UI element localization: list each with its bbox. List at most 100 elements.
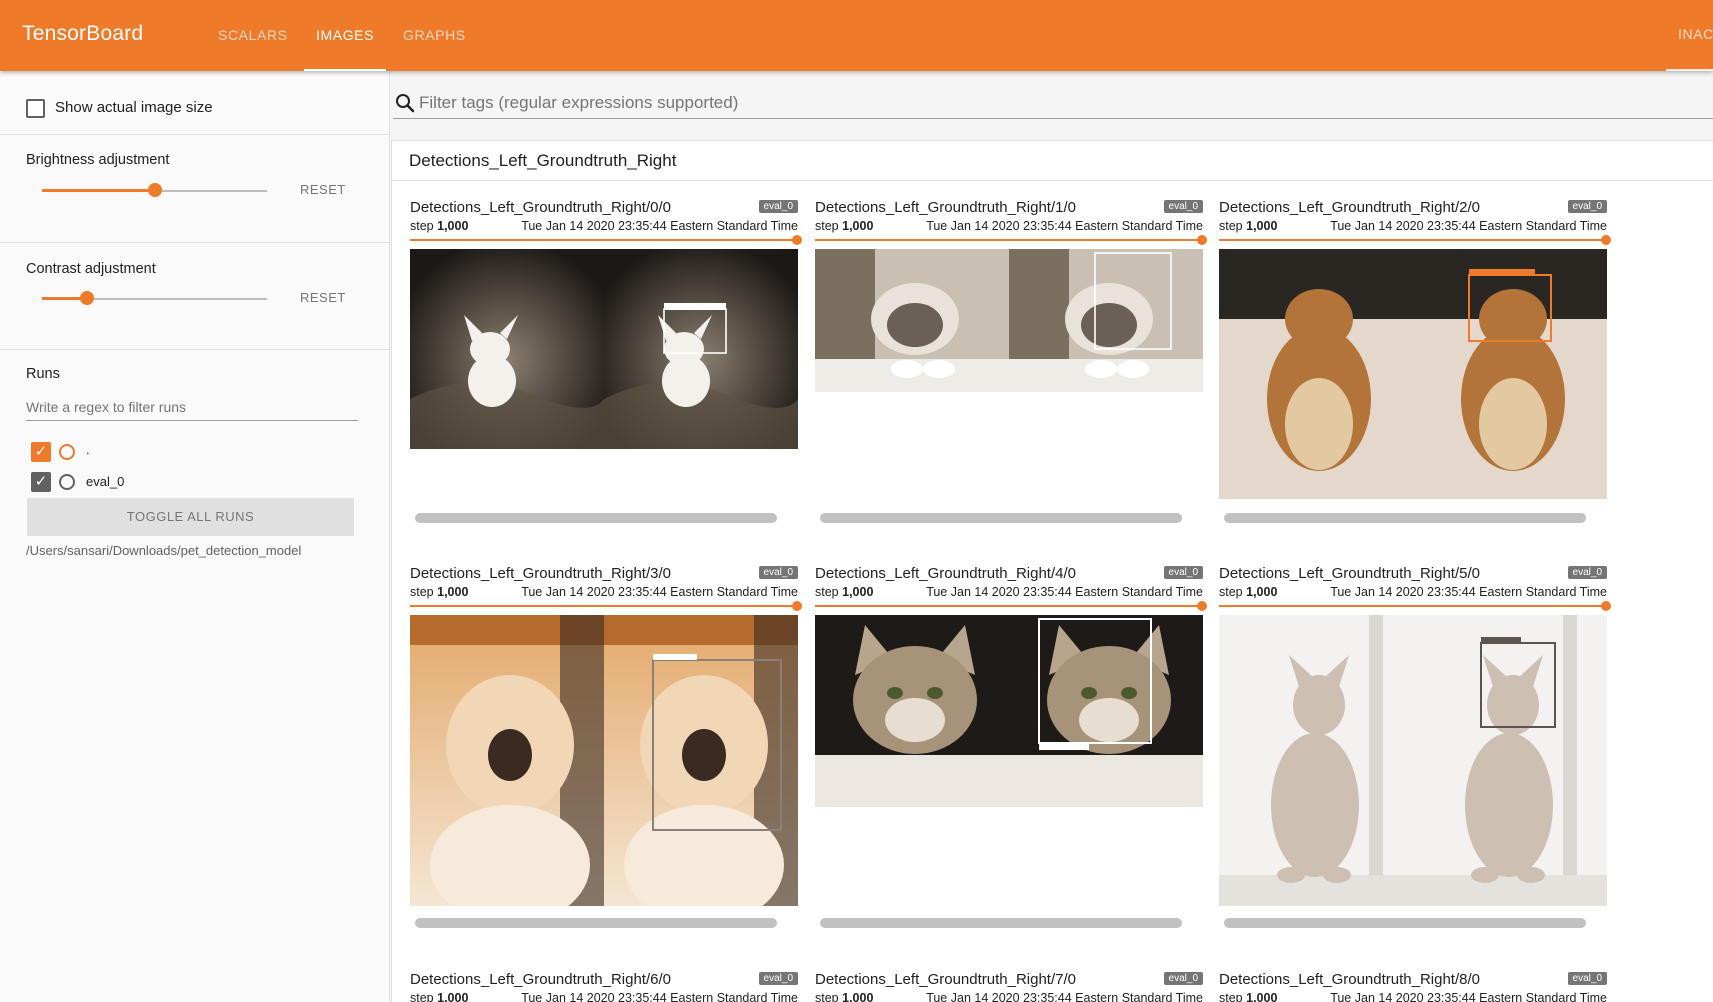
wall-time: Tue Jan 14 2020 23:35:44 Eastern Standar… xyxy=(521,585,798,599)
wall-time: Tue Jan 14 2020 23:35:44 Eastern Standar… xyxy=(1330,585,1607,599)
step-label: step xyxy=(410,219,434,233)
image-card: Detections_Left_Groundtruth_Right/8/0 ev… xyxy=(1219,971,1607,1002)
toggle-all-runs-button[interactable]: TOGGLE ALL RUNS xyxy=(27,498,354,536)
run-badge: eval_0 xyxy=(1567,200,1607,213)
step-row: step 1,000 Tue Jan 14 2020 23:35:44 Easte… xyxy=(1219,219,1607,233)
run-label-dot: . xyxy=(86,442,90,457)
step-value: 1,000 xyxy=(842,219,874,233)
brightness-slider-thumb[interactable] xyxy=(148,183,162,197)
run-color-dot[interactable] xyxy=(59,444,75,460)
step-value: 1,000 xyxy=(437,219,469,233)
step-slider[interactable] xyxy=(1219,235,1611,245)
run-badge: eval_0 xyxy=(758,972,798,985)
run-color-eval0[interactable] xyxy=(59,474,75,490)
step-label: step xyxy=(410,991,434,1002)
horizontal-scrollbar[interactable] xyxy=(415,918,777,928)
run-checkbox-eval0[interactable]: ✓ xyxy=(31,472,51,492)
step-slider-thumb[interactable] xyxy=(792,235,802,245)
image-tabby[interactable] xyxy=(815,615,1203,807)
wall-time: Tue Jan 14 2020 23:35:44 Eastern Standar… xyxy=(926,991,1203,1002)
step-row: step 1,000 Tue Jan 14 2020 23:35:44 Easte… xyxy=(410,991,798,1002)
app-title: TensorBoard xyxy=(22,22,144,45)
tab-graphs[interactable]: GRAPHS xyxy=(391,0,478,71)
card-title: Detections_Left_Groundtruth_Right/1/0 xyxy=(815,199,1076,216)
image-yorkie[interactable] xyxy=(1219,249,1607,499)
step-value: 1,000 xyxy=(1246,219,1278,233)
wall-time: Tue Jan 14 2020 23:35:44 Eastern Standar… xyxy=(521,219,798,233)
show-actual-size-label: Show actual image size xyxy=(55,99,213,116)
tag-pane: Detections_Left_Groundtruth_Right Detect… xyxy=(391,140,1713,1002)
horizontal-scrollbar[interactable] xyxy=(1224,918,1586,928)
image-chihuahua[interactable] xyxy=(410,249,798,449)
horizontal-scrollbar[interactable] xyxy=(415,513,777,523)
step-label: step xyxy=(815,219,839,233)
image-ragdoll[interactable] xyxy=(815,249,1203,392)
tab-scalars[interactable]: SCALARS xyxy=(206,0,300,71)
step-label: step xyxy=(815,585,839,599)
step-slider[interactable] xyxy=(1219,601,1611,611)
wall-time: Tue Jan 14 2020 23:35:44 Eastern Standar… xyxy=(1330,219,1607,233)
pane-header[interactable]: Detections_Left_Groundtruth_Right xyxy=(392,141,1713,181)
pane-title: Detections_Left_Groundtruth_Right xyxy=(409,151,677,170)
step-value: 1,000 xyxy=(437,585,469,599)
brightness-slider-fill xyxy=(42,189,155,192)
step-row: step 1,000 Tue Jan 14 2020 23:35:44 Easte… xyxy=(815,991,1203,1002)
run-badge: eval_0 xyxy=(1567,566,1607,579)
card-title: Detections_Left_Groundtruth_Right/2/0 xyxy=(1219,199,1480,216)
step-slider[interactable] xyxy=(410,601,802,611)
wall-time: Tue Jan 14 2020 23:35:44 Eastern Standar… xyxy=(1330,991,1607,1002)
step-value: 1,000 xyxy=(437,991,469,1002)
show-actual-size-checkbox[interactable] xyxy=(26,99,45,118)
runs-regex-input[interactable] xyxy=(26,393,358,421)
image-canvas xyxy=(815,615,1203,807)
image-ragdoll-orange[interactable] xyxy=(410,615,798,906)
tab-images[interactable]: IMAGES xyxy=(304,0,387,71)
step-slider-thumb[interactable] xyxy=(1197,601,1207,611)
card-title: Detections_Left_Groundtruth_Right/8/0 xyxy=(1219,971,1480,988)
step-value: 1,000 xyxy=(1246,585,1278,599)
wall-time: Tue Jan 14 2020 23:35:44 Eastern Standar… xyxy=(926,585,1203,599)
step-slider-thumb[interactable] xyxy=(1601,235,1611,245)
contrast-slider-thumb[interactable] xyxy=(80,291,94,305)
brightness-reset-button[interactable]: RESET xyxy=(300,182,346,197)
horizontal-scrollbar[interactable] xyxy=(1224,513,1586,523)
inactive-dropdown[interactable]: INACTIVE xyxy=(1666,0,1713,71)
step-slider-thumb[interactable] xyxy=(1601,601,1611,611)
main-content: Detections_Left_Groundtruth_Right Detect… xyxy=(391,71,1713,1002)
wall-time: Tue Jan 14 2020 23:35:44 Eastern Standar… xyxy=(521,991,798,1002)
card-title: Detections_Left_Groundtruth_Right/4/0 xyxy=(815,565,1076,582)
image-card: Detections_Left_Groundtruth_Right/3/0 ev… xyxy=(410,565,802,928)
step-slider[interactable] xyxy=(815,601,1207,611)
image-card: Detections_Left_Groundtruth_Right/6/0 ev… xyxy=(410,971,798,1002)
step-row: step 1,000 Tue Jan 14 2020 23:35:44 Easte… xyxy=(1219,585,1607,599)
image-canvas xyxy=(1219,615,1607,906)
logdir-path: /Users/sansari/Downloads/pet_detection_m… xyxy=(26,543,302,558)
image-sphynx[interactable] xyxy=(1219,615,1607,906)
step-slider[interactable] xyxy=(410,235,802,245)
image-card: Detections_Left_Groundtruth_Right/2/0 ev… xyxy=(1219,199,1611,523)
step-slider-thumb[interactable] xyxy=(1197,235,1207,245)
step-label: step xyxy=(815,991,839,1002)
wall-time: Tue Jan 14 2020 23:35:44 Eastern Standar… xyxy=(926,219,1203,233)
sidebar: Show actual image size Brightness adjust… xyxy=(0,71,390,1002)
contrast-section: Contrast adjustment RESET xyxy=(0,243,390,350)
tag-filter-input[interactable] xyxy=(419,89,1619,117)
run-checkbox-dot[interactable]: ✓ xyxy=(31,442,51,462)
card-title: Detections_Left_Groundtruth_Right/5/0 xyxy=(1219,565,1480,582)
contrast-reset-button[interactable]: RESET xyxy=(300,290,346,305)
step-slider-thumb[interactable] xyxy=(792,601,802,611)
brightness-section: Brightness adjustment RESET xyxy=(0,135,390,243)
horizontal-scrollbar[interactable] xyxy=(820,513,1182,523)
card-title: Detections_Left_Groundtruth_Right/6/0 xyxy=(410,971,671,988)
contrast-label: Contrast adjustment xyxy=(26,261,156,277)
image-card: Detections_Left_Groundtruth_Right/4/0 ev… xyxy=(815,565,1207,928)
image-size-section: Show actual image size xyxy=(0,71,390,135)
card-title: Detections_Left_Groundtruth_Right/3/0 xyxy=(410,565,671,582)
run-label-eval0: eval_0 xyxy=(86,474,125,489)
card-title: Detections_Left_Groundtruth_Right/7/0 xyxy=(815,971,1076,988)
step-label: step xyxy=(410,585,434,599)
step-slider[interactable] xyxy=(815,235,1207,245)
card-title: Detections_Left_Groundtruth_Right/0/0 xyxy=(410,199,671,216)
image-canvas xyxy=(410,615,798,906)
horizontal-scrollbar[interactable] xyxy=(820,918,1182,928)
